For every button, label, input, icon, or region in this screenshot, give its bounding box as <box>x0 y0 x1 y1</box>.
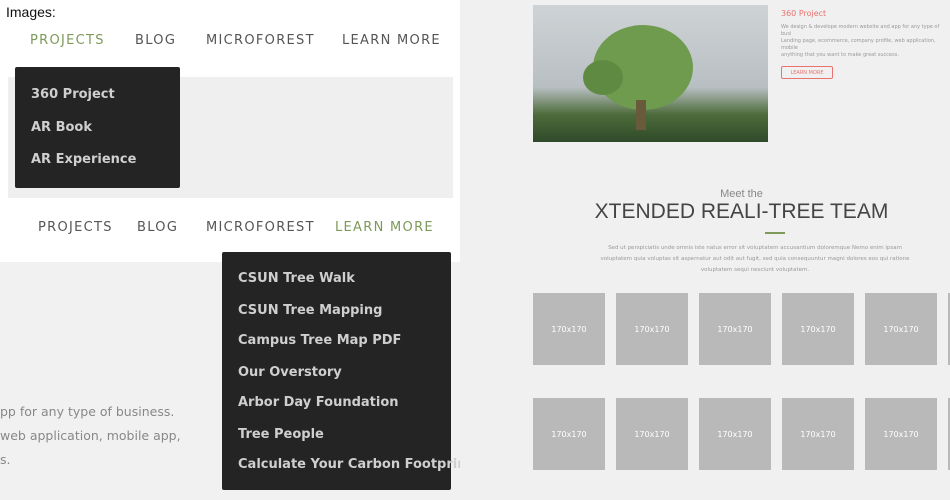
team-title: XTENDED REALI-TREE TEAM <box>594 200 889 223</box>
team-member-placeholder: 170x170 <box>865 293 937 365</box>
nav-microforest[interactable]: MICROFOREST <box>206 33 315 48</box>
team-member-placeholder: 170x170 <box>533 293 605 365</box>
menu-item-csun-tree-mapping[interactable]: CSUN Tree Mapping <box>238 303 382 318</box>
learn-more-dropdown: CSUN Tree Walk CSUN Tree Mapping Campus … <box>222 252 473 490</box>
menu-item-ar-experience[interactable]: AR Experience <box>31 152 136 167</box>
menu-item-carbon-footprint[interactable]: Calculate Your Carbon Footprint <box>238 457 473 472</box>
nav-blog[interactable]: BLOG <box>135 33 176 48</box>
nav-projects[interactable]: PROJECTS <box>38 220 113 235</box>
projects-dropdown: 360 Project AR Book AR Experience <box>15 67 180 188</box>
caption: Images: <box>6 4 56 20</box>
menu-item-campus-tree-map[interactable]: Campus Tree Map PDF <box>238 333 401 348</box>
team-member-placeholder: 170x170 <box>699 293 771 365</box>
team-member-placeholder: 170x170 <box>782 398 854 470</box>
menu-item-our-overstory[interactable]: Our Overstory <box>238 365 342 380</box>
menu-item-ar-book[interactable]: AR Book <box>31 120 92 135</box>
nav-learn-more[interactable]: LEARN MORE <box>335 220 434 235</box>
learn-more-button[interactable]: LEARN MORE <box>781 66 833 79</box>
nav-projects[interactable]: PROJECTS <box>30 33 105 48</box>
team-pretitle: Meet the <box>720 188 763 200</box>
team-member-placeholder: 170x170 <box>865 398 937 470</box>
nav-blog[interactable]: BLOG <box>137 220 178 235</box>
title-divider <box>765 232 785 234</box>
team-member-placeholder: 170x170 <box>616 293 688 365</box>
menu-item-arbor-day[interactable]: Arbor Day Foundation <box>238 395 399 410</box>
team-desc: voluptatem quia voluptas sit aspernatur … <box>600 256 910 262</box>
team-desc: voluptatem sequi nesciunt voluptatem. <box>700 267 810 273</box>
body-text-line: s. <box>0 452 11 467</box>
menu-item-tree-people[interactable]: Tree People <box>238 427 324 442</box>
menu-item-360-project[interactable]: 360 Project <box>31 87 115 102</box>
team-member-placeholder: 170x170 <box>699 398 771 470</box>
team-desc: Sed ut perspiciatis unde omnis iste natu… <box>608 245 902 251</box>
nav-microforest[interactable]: MICROFOREST <box>206 220 315 235</box>
project-desc: We design & develope modern website and … <box>781 24 940 37</box>
menu-item-csun-tree-walk[interactable]: CSUN Tree Walk <box>238 271 355 286</box>
project-title: 360 Project <box>781 9 827 18</box>
body-text-line: web application, mobile app, <box>0 428 181 443</box>
team-member-placeholder: 170x170 <box>533 398 605 470</box>
project-desc: Landing page, ecommerce, company profile… <box>781 38 936 51</box>
project-image <box>533 5 768 142</box>
team-member-placeholder: 170x170 <box>782 293 854 365</box>
project-desc: anything that you want to make great suc… <box>781 52 899 58</box>
body-text-line: pp for any type of business. <box>0 404 175 419</box>
team-member-placeholder: 170x170 <box>616 398 688 470</box>
nav-learn-more[interactable]: LEARN MORE <box>342 33 441 48</box>
